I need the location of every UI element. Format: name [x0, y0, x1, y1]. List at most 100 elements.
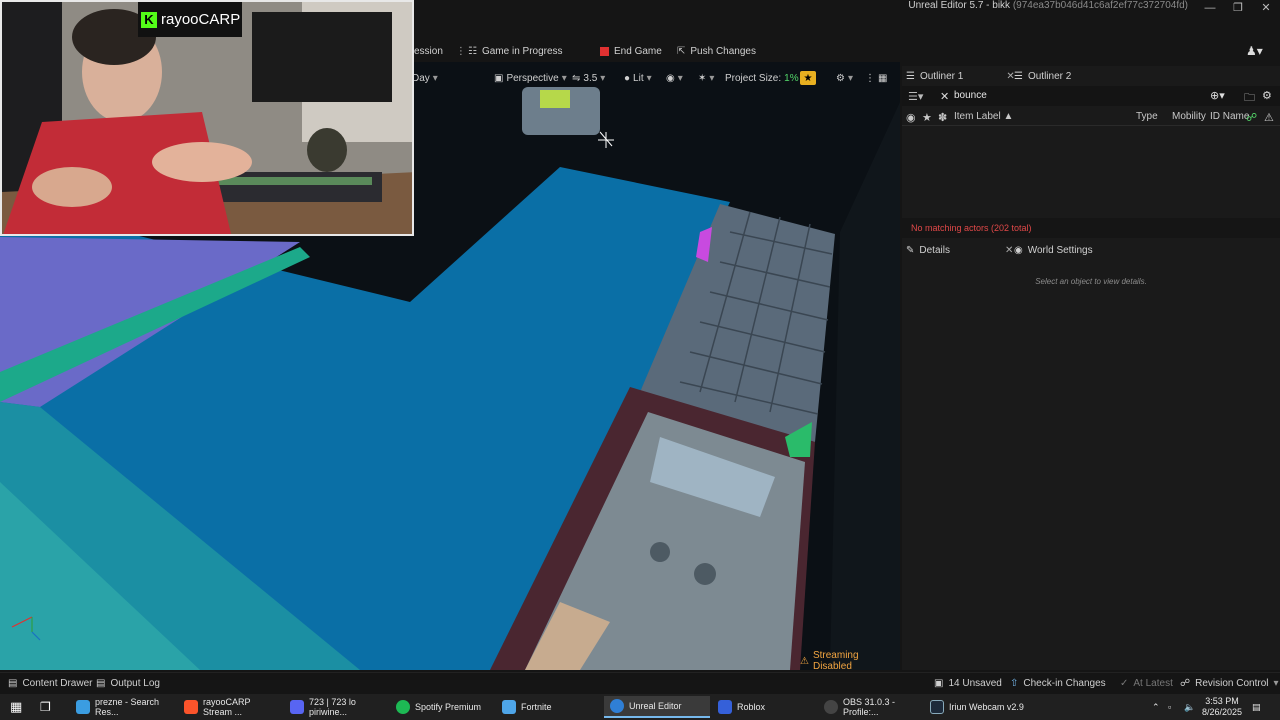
tab-details[interactable]: ✎ Details ✕	[906, 241, 1013, 259]
taskbar-item-discord[interactable]: 723 | 723 lo piriwine...	[284, 696, 388, 718]
filter-icon[interactable]: ☰▾	[908, 90, 923, 103]
restore-icon[interactable]: ❐	[1224, 0, 1252, 18]
gamepad-icon: ☷	[468, 45, 477, 57]
lit-dropdown[interactable]: ● Lit ▾	[624, 71, 652, 85]
tab-outliner-1[interactable]: ☰ Outliner 1 ✕	[906, 67, 1015, 85]
clear-search-icon[interactable]: ✕	[940, 90, 949, 103]
volume-icon[interactable]: 🔈	[1182, 696, 1197, 718]
channel-badge: K rayooCARP	[138, 2, 242, 37]
start-icon[interactable]: ▦	[4, 696, 28, 718]
kick-logo-icon: K	[141, 11, 157, 28]
log-icon: ▤	[96, 677, 106, 689]
details-panel: ✎ Details ✕ ◉ World Settings Select an o…	[902, 241, 1280, 670]
taskbar-item-fortnite[interactable]: Fortnite	[496, 696, 600, 718]
taskbar-item-brave[interactable]: rayooCARP Stream ...	[178, 696, 282, 718]
outliner-header: ◉ ★ ✽ Item Label ▲ Type Mobility ID Name…	[902, 108, 1280, 126]
snap-dropdown[interactable]: ✶ ▾	[698, 71, 714, 85]
notifications-icon[interactable]: ▤	[1250, 696, 1263, 718]
outliner-panel: ☰ Outliner 1 ✕ ☰ Outliner 2 ☰▾ ✕ bounce …	[902, 66, 1280, 241]
pin-icon[interactable]: ✽	[938, 111, 947, 124]
realtime-toggle-icon[interactable]: ★	[800, 71, 816, 85]
details-empty-text: Select an object to view details.	[1035, 277, 1147, 286]
perspective-dropdown[interactable]: ▣ Perspective ▾	[494, 71, 567, 85]
settings-gear-icon[interactable]: ⚙ ▾	[836, 71, 853, 85]
push-icon: ⇱	[677, 45, 686, 57]
check-in-button[interactable]: ⇧ Check-in Changes	[1010, 676, 1106, 690]
outliner-search-bar: ☰▾ ✕ bounce ⊕▾ 🗀 ⚙	[902, 86, 1280, 106]
iriun-icon	[930, 700, 944, 714]
clock[interactable]: 3:53 PM 8/26/2025	[1198, 696, 1246, 718]
globe-icon: ◉	[1014, 244, 1023, 256]
save-icon: ▣	[934, 677, 944, 689]
outliner-search-input[interactable]: bounce	[954, 90, 987, 101]
content-drawer-button[interactable]: ▤ Content Drawer	[8, 676, 92, 690]
taskbar-item-obs[interactable]: OBS 31.0.3 - Profile:...	[818, 696, 922, 718]
project-size: Project Size: 1%	[725, 72, 799, 84]
window-hash: (974ea37b046d41c6af2ef77c372704fd)	[1012, 0, 1188, 11]
fortnite-icon	[502, 700, 516, 714]
taskbar-item-spotify[interactable]: Spotify Premium	[390, 696, 494, 718]
visibility-eye-icon[interactable]: ◉	[906, 111, 916, 124]
end-game-button[interactable]: End Game	[600, 44, 662, 58]
day-dropdown[interactable]: Day ▾	[412, 71, 438, 85]
session-menu[interactable]: ession ⋮	[414, 44, 466, 58]
network-icon[interactable]: ▫	[1166, 696, 1173, 718]
tab-world-settings[interactable]: ◉ World Settings	[1014, 241, 1093, 259]
col-item-label[interactable]: Item Label ▲	[954, 111, 1013, 122]
close-tab-icon[interactable]: ✕	[1005, 245, 1013, 256]
camera-speed-dropdown[interactable]: ⇋ 3.5 ▾	[572, 71, 605, 85]
unsaved-button[interactable]: ▣ 14 Unsaved	[934, 676, 1002, 690]
col-type[interactable]: Type	[1136, 111, 1158, 122]
lit-sphere-icon: ●	[624, 72, 631, 84]
game-in-progress-button[interactable]: ☷ Game in Progress	[468, 44, 563, 58]
taskbar-item-roblox[interactable]: Roblox	[712, 696, 816, 718]
col-mobility[interactable]: Mobility	[1172, 111, 1206, 122]
task-view-icon[interactable]: ❐	[34, 696, 57, 718]
roblox-icon	[718, 700, 732, 714]
favorite-star-icon[interactable]: ★	[922, 111, 932, 124]
taskbar-item-search[interactable]: prezne - Search Res...	[70, 696, 176, 718]
folder-icon[interactable]: 🗀	[1244, 89, 1255, 108]
webcam-feed	[2, 2, 412, 234]
revision-icon: ☍	[1180, 677, 1191, 689]
col-link-icon[interactable]: ☍	[1246, 111, 1257, 124]
unreal-icon	[610, 699, 624, 713]
discord-icon	[290, 700, 304, 714]
app-icon	[76, 700, 90, 714]
stop-icon	[600, 46, 609, 56]
at-latest-status: ✓ At Latest	[1120, 677, 1173, 689]
camera-icon: ▣	[494, 72, 504, 84]
settings-gear-icon[interactable]: ⚙	[1262, 89, 1272, 102]
more-vert-icon[interactable]: ⋮	[456, 46, 466, 57]
add-icon[interactable]: ⊕▾	[1210, 89, 1225, 102]
users-icon[interactable]: ♟▾	[1246, 44, 1263, 58]
outliner-footer: No matching actors (202 total)	[902, 218, 1280, 238]
warning-icon: ⚠	[800, 655, 809, 667]
drawer-icon: ▤	[8, 677, 18, 689]
show-flags-dropdown[interactable]: ◉ ▾	[666, 71, 683, 85]
output-log-button[interactable]: ▤ Output Log	[96, 676, 160, 690]
streaming-status: ⚠ Streaming Disabled	[800, 650, 859, 670]
col-id-name[interactable]: ID Name	[1210, 111, 1249, 122]
upload-icon: ⇧	[1010, 677, 1019, 689]
tray-chevron-icon[interactable]: ⌃	[1150, 696, 1162, 718]
eye-icon: ◉	[666, 72, 675, 84]
speed-icon: ⇋	[572, 72, 581, 84]
window-title: Unreal Editor 5.7 - bikk (974ea37b046d41…	[908, 0, 1188, 11]
col-warning-icon: ⚠	[1264, 112, 1274, 124]
layout-grid-icon[interactable]: ▦	[878, 71, 887, 85]
outliner-icon: ☰	[1014, 70, 1023, 82]
more-options-icon[interactable]: ⋮	[865, 71, 875, 85]
close-window-icon[interactable]: ✕	[1252, 0, 1280, 18]
tab-outliner-2[interactable]: ☰ Outliner 2	[1014, 67, 1071, 85]
pencil-icon: ✎	[906, 244, 915, 256]
spotify-icon	[396, 700, 410, 714]
outliner-icon: ☰	[906, 70, 915, 82]
taskbar-item-iriun[interactable]: Iriun Webcam v2.9	[924, 696, 1032, 718]
taskbar-item-unreal[interactable]: Unreal Editor	[604, 696, 710, 718]
snap-icon: ✶	[698, 72, 707, 84]
no-match-text: No matching actors (202 total)	[911, 223, 1032, 233]
push-changes-button[interactable]: ⇱ Push Changes	[677, 44, 756, 58]
minimize-icon[interactable]: —	[1196, 0, 1224, 18]
revision-control-button[interactable]: ☍ Revision Control ▾	[1180, 676, 1279, 690]
